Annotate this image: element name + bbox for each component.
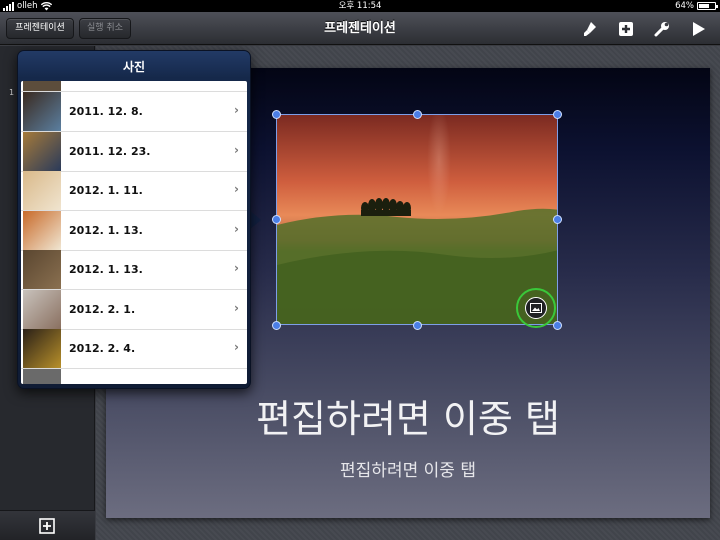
popover-title: 사진 [122, 60, 146, 74]
album-thumbnail [23, 329, 61, 368]
chevron-right-icon: › [234, 340, 239, 354]
resize-handle-e[interactable] [553, 215, 562, 224]
album-date-label: 2012. 1. 13. [69, 223, 143, 237]
toolbar: 프레젠테이션 실행 취소 프레젠테이션 [0, 12, 720, 45]
placeholder-photo[interactable] [276, 114, 558, 325]
resize-handle-ne[interactable] [553, 110, 562, 119]
photo-album-list[interactable]: 2011. 12. 8. › 2011. 12. 23. › 2012. 1. 11. ›… [21, 81, 247, 384]
slide-subtitle-placeholder[interactable]: 편집하려면 이중 탭 [106, 456, 710, 481]
brush-icon[interactable] [580, 18, 602, 40]
album-thumbnail [23, 289, 61, 329]
resize-handle-nw[interactable] [272, 110, 281, 119]
chevron-right-icon: › [234, 300, 239, 315]
play-icon[interactable] [687, 18, 709, 40]
album-date-label: 2012. 1. 11. [69, 184, 143, 197]
chevron-right-icon: › [234, 221, 239, 236]
document-title: 프레젠테이션 [324, 21, 396, 36]
album-date-label: 2011. 12. 8. [69, 105, 143, 118]
album-thumbnail [23, 210, 61, 250]
chevron-right-icon: › [234, 103, 239, 117]
album-row[interactable]: 2012. 1. 13. › [21, 210, 247, 251]
add-slide-icon[interactable] [39, 518, 55, 534]
resize-handle-se[interactable] [553, 321, 562, 330]
battery-percent: 64% [675, 1, 694, 11]
list-item-partial[interactable] [21, 81, 247, 92]
resize-handle-w[interactable] [272, 215, 281, 224]
album-date-label: 2012. 2. 1. [69, 302, 136, 316]
insert-plus-icon[interactable] [615, 18, 637, 40]
album-thumbnail [23, 92, 61, 131]
chevron-right-icon: › [234, 142, 239, 157]
album-row[interactable]: 2012. 1. 13. › [21, 250, 247, 290]
album-row[interactable]: 2012. 2. 1. › [21, 289, 247, 330]
photos-popover: 사진 2011. 12. 8. › 2011. 12. 23. › 2012. 1. 1… [17, 50, 251, 389]
album-date-label: 2012. 2. 4. [69, 342, 136, 355]
album-thumbnail [23, 81, 61, 91]
album-thumbnail [23, 250, 61, 289]
navigator-footer [0, 510, 95, 540]
status-right: 64% [675, 0, 718, 12]
landscape-image [277, 198, 557, 324]
resize-handle-n[interactable] [413, 110, 422, 119]
chevron-right-icon: › [234, 261, 239, 275]
slide-number: 1 [9, 88, 15, 97]
chevron-right-icon: › [234, 182, 239, 196]
photo-icon [525, 297, 547, 319]
album-thumbnail [23, 171, 61, 210]
album-row[interactable]: 2011. 12. 8. › [21, 92, 247, 132]
album-thumbnail [23, 131, 61, 171]
resize-handle-sw[interactable] [272, 321, 281, 330]
status-time: 오후 11:54 [338, 1, 382, 11]
wrench-icon[interactable] [651, 18, 673, 40]
battery-fill [699, 4, 709, 8]
album-thumbnail [23, 368, 61, 384]
album-row[interactable]: 2011. 12. 23. › [21, 131, 247, 172]
slide-title-placeholder[interactable]: 편집하려면 이중 탭 [106, 388, 710, 443]
status-bar: olleh 오후 11:54 64% [0, 0, 720, 12]
album-row[interactable]: 2012. 1. 11. › [21, 171, 247, 211]
replace-media-button[interactable] [516, 288, 556, 328]
album-date-label: 2011. 12. 23. [69, 144, 151, 158]
battery-icon [697, 2, 718, 10]
album-date-label: 2012. 1. 13. [69, 263, 143, 276]
album-row[interactable]: 2012. 2. 4. › [21, 329, 247, 369]
resize-handle-s[interactable] [413, 321, 422, 330]
list-item-partial[interactable] [21, 368, 247, 384]
